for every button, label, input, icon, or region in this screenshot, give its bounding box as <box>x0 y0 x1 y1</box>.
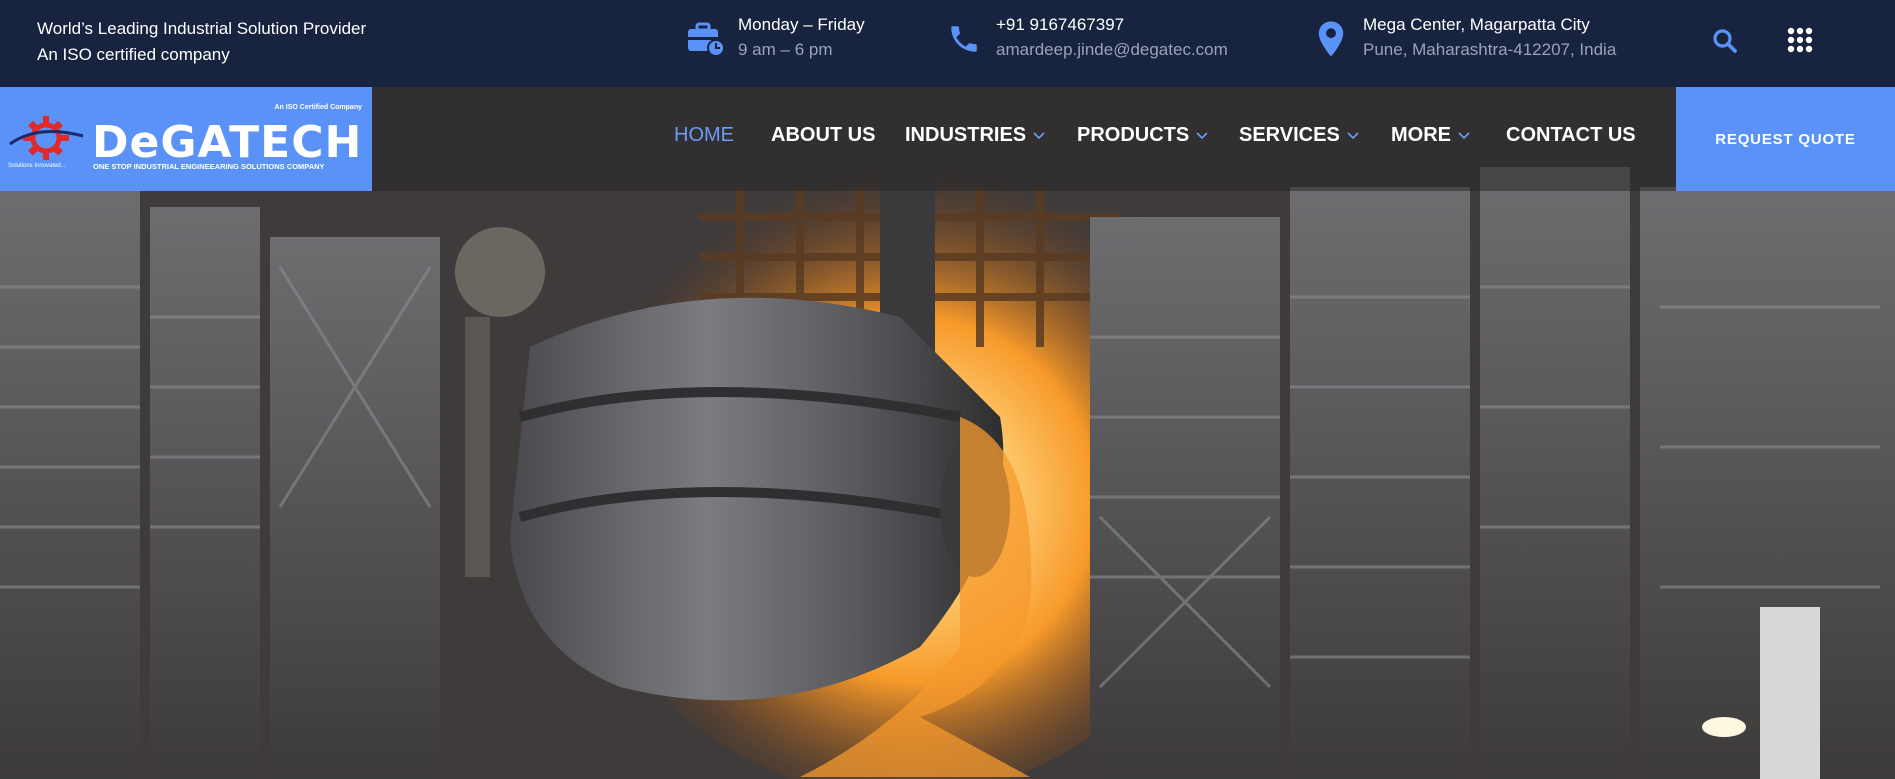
nav-label: INDUSTRIES <box>905 124 1027 146</box>
chevron-down-icon <box>1196 131 1208 139</box>
grid-menu-icon[interactable] <box>1786 26 1814 54</box>
site-logo[interactable]: An ISO Certified Company DeGATECH ONE ST… <box>0 87 372 191</box>
phone-number[interactable]: +91 9167467397 <box>996 13 1228 37</box>
nav-industries[interactable]: INDUSTRIES <box>905 124 1045 147</box>
briefcase-clock-icon <box>684 17 728 61</box>
nav-label: SERVICES <box>1239 124 1340 146</box>
tagline-provider: World’s Leading Industrial Solution Prov… <box>37 19 367 38</box>
chevron-down-icon <box>1347 131 1359 139</box>
address-line-2: Pune, Maharashtra-412207, India <box>1363 40 1617 59</box>
request-quote-button[interactable]: REQUEST QUOTE <box>1676 87 1895 191</box>
nav-contact-us[interactable]: CONTACT US <box>1506 124 1636 147</box>
hours-days: Monday – Friday <box>738 15 865 34</box>
tagline-iso: An ISO certified company <box>37 45 230 64</box>
nav-services[interactable]: SERVICES <box>1239 124 1359 147</box>
chevron-down-icon <box>1458 131 1470 139</box>
search-icon[interactable] <box>1710 26 1740 56</box>
top-info-bar: World’s Leading Industrial Solution Prov… <box>0 0 1895 87</box>
logo-iso-note: An ISO Certified Company <box>274 104 362 111</box>
nav-label: ABOUT US <box>771 124 876 146</box>
nav-about-us[interactable]: ABOUT US <box>771 124 875 147</box>
nav-label: MORE <box>1391 124 1451 146</box>
nav-more[interactable]: MORE <box>1391 124 1470 147</box>
logo-brand: DeGATECH <box>92 117 363 168</box>
nav-products[interactable]: PRODUCTS <box>1077 124 1208 147</box>
contact-info: +91 9167467397 amardeep.jinde@degatec.co… <box>942 13 1228 63</box>
working-hours: Monday – Friday 9 am – 6 pm <box>684 13 865 63</box>
nav-home[interactable]: HOME <box>674 124 734 147</box>
logo-subline: ONE STOP INDUSTRIAL ENGINEEARING SOLUTIO… <box>93 162 325 171</box>
phone-icon <box>942 17 986 61</box>
email-link[interactable]: amardeep.jinde@degatec.com <box>996 37 1228 63</box>
gear-logo-icon <box>8 114 88 167</box>
map-pin-icon <box>1309 17 1353 61</box>
location-info: Mega Center, Magarpatta City Pune, Mahar… <box>1309 13 1616 63</box>
address-line-1: Mega Center, Magarpatta City <box>1363 15 1590 34</box>
nav-label: CONTACT US <box>1506 124 1636 146</box>
logo-tagline: Solutions Innovated... <box>8 163 66 169</box>
chevron-down-icon <box>1033 131 1045 139</box>
nav-label: PRODUCTS <box>1077 124 1190 146</box>
company-tagline: World’s Leading Industrial Solution Prov… <box>37 16 366 68</box>
hours-time: 9 am – 6 pm <box>738 40 833 59</box>
nav-label: HOME <box>674 124 734 146</box>
